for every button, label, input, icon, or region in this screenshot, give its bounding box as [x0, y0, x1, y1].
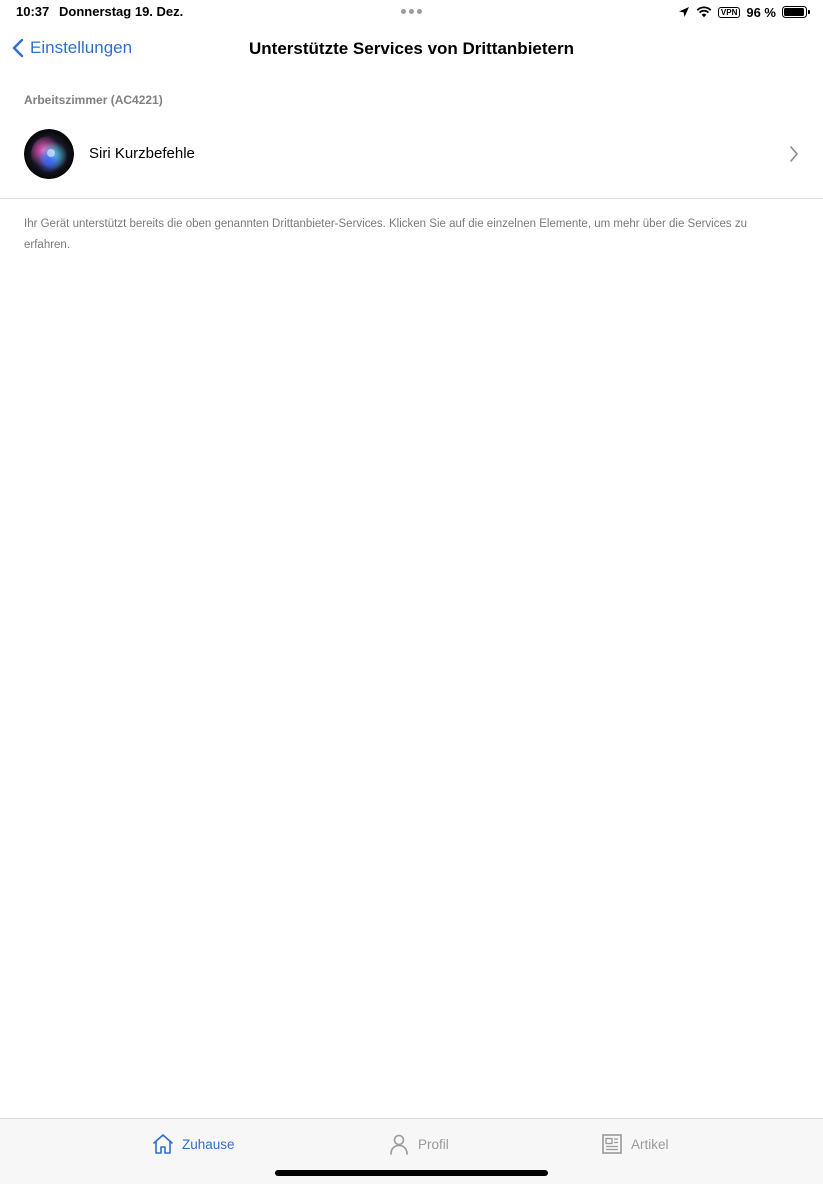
tab-home[interactable]: Zuhause: [152, 1133, 235, 1155]
tab-article-label: Artikel: [631, 1136, 669, 1152]
wifi-icon: [696, 6, 712, 18]
battery-level-fill: [784, 8, 804, 16]
tab-home-label: Zuhause: [182, 1136, 235, 1152]
list-item-siri-shortcuts[interactable]: Siri Kurzbefehle: [0, 123, 823, 185]
page-title: Unterstützte Services von Drittanbietern: [249, 39, 574, 58]
house-icon: [153, 1134, 173, 1154]
tab-article[interactable]: Artikel: [601, 1133, 669, 1155]
battery-percentage: 96 %: [746, 4, 776, 20]
article-icon: [602, 1134, 622, 1154]
location-arrow-icon: [678, 7, 689, 17]
multitasking-dots-icon[interactable]: [401, 9, 422, 14]
navigation-bar: Einstellungen Unterstützte Services von …: [0, 30, 823, 70]
status-indicators: VPN 96 %: [678, 3, 810, 21]
battery-icon: [782, 6, 810, 18]
tab-profile-label: Profil: [418, 1136, 449, 1152]
divider: [0, 198, 823, 199]
status-date: Donnerstag 19. Dez.: [59, 4, 184, 19]
chevron-right-icon: [790, 146, 798, 162]
person-icon: [390, 1134, 408, 1155]
footnote-text: Ihr Gerät unterstützt bereits die oben g…: [24, 218, 747, 251]
vpn-badge: VPN: [717, 6, 741, 18]
list-item-label: Siri Kurzbefehle: [89, 145, 195, 162]
section-header: Arbeitszimmer (AC4221): [24, 93, 163, 107]
status-bar: 10:37 Donnerstag 19. Dez. VPN 96 %: [0, 0, 823, 24]
siri-icon: [24, 129, 74, 179]
tab-profile[interactable]: Profil: [388, 1133, 449, 1155]
status-time: 10:37: [16, 4, 50, 19]
home-indicator[interactable]: [275, 1170, 548, 1176]
